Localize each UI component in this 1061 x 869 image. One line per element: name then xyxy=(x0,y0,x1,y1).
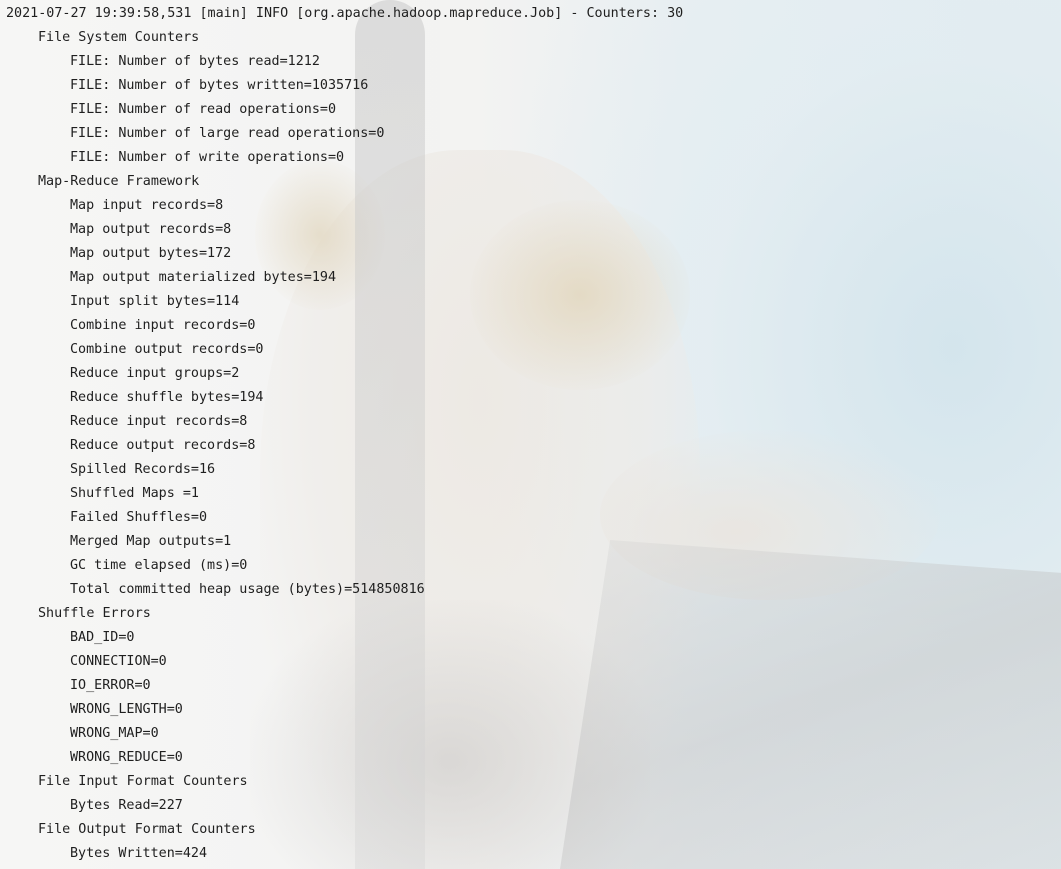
counter-group-title: File Input Format Counters xyxy=(38,774,248,789)
counter-line: FILE: Number of large read operations=0 xyxy=(70,126,385,141)
counter-line: Map output materialized bytes=194 xyxy=(70,270,337,285)
counter-line: FILE: Number of bytes read=1212 xyxy=(70,54,320,69)
counter-line: Combine output records=0 xyxy=(70,342,264,357)
counter-line: Bytes Read=227 xyxy=(70,798,183,813)
log-header-line: 2021-07-27 19:39:58,531 [main] INFO [org… xyxy=(6,6,684,21)
counter-group-title: File System Counters xyxy=(38,30,200,45)
counter-line: WRONG_MAP=0 xyxy=(70,726,159,741)
counter-line: Reduce input groups=2 xyxy=(70,366,240,381)
counter-line: IO_ERROR=0 xyxy=(70,678,151,693)
console-output[interactable]: 2021-07-27 19:39:58,531 [main] INFO [org… xyxy=(0,0,1061,869)
counter-line: Map output records=8 xyxy=(70,222,232,237)
counter-line: CONNECTION=0 xyxy=(70,654,167,669)
counter-line: Merged Map outputs=1 xyxy=(70,534,232,549)
counter-line: BAD_ID=0 xyxy=(70,630,135,645)
counter-line: Reduce input records=8 xyxy=(70,414,248,429)
counter-group-title: File Output Format Counters xyxy=(38,822,256,837)
counter-line: Spilled Records=16 xyxy=(70,462,216,477)
counter-line: FILE: Number of bytes written=1035716 xyxy=(70,78,369,93)
counter-line: WRONG_REDUCE=0 xyxy=(70,750,183,765)
counter-line: Map input records=8 xyxy=(70,198,224,213)
counter-line: GC time elapsed (ms)=0 xyxy=(70,558,248,573)
counter-line: Reduce shuffle bytes=194 xyxy=(70,390,264,405)
counter-line: Input split bytes=114 xyxy=(70,294,240,309)
counter-line: Bytes Written=424 xyxy=(70,846,208,861)
counter-line: Total committed heap usage (bytes)=51485… xyxy=(70,582,425,597)
counter-group-title: Shuffle Errors xyxy=(38,606,151,621)
counter-line: Shuffled Maps =1 xyxy=(70,486,199,501)
counter-line: Combine input records=0 xyxy=(70,318,256,333)
counter-group-title: Map-Reduce Framework xyxy=(38,174,200,189)
counter-line: Failed Shuffles=0 xyxy=(70,510,208,525)
counter-line: FILE: Number of read operations=0 xyxy=(70,102,337,117)
counter-line: Map output bytes=172 xyxy=(70,246,232,261)
counter-line: WRONG_LENGTH=0 xyxy=(70,702,183,717)
counter-line: Reduce output records=8 xyxy=(70,438,256,453)
counter-line: FILE: Number of write operations=0 xyxy=(70,150,345,165)
